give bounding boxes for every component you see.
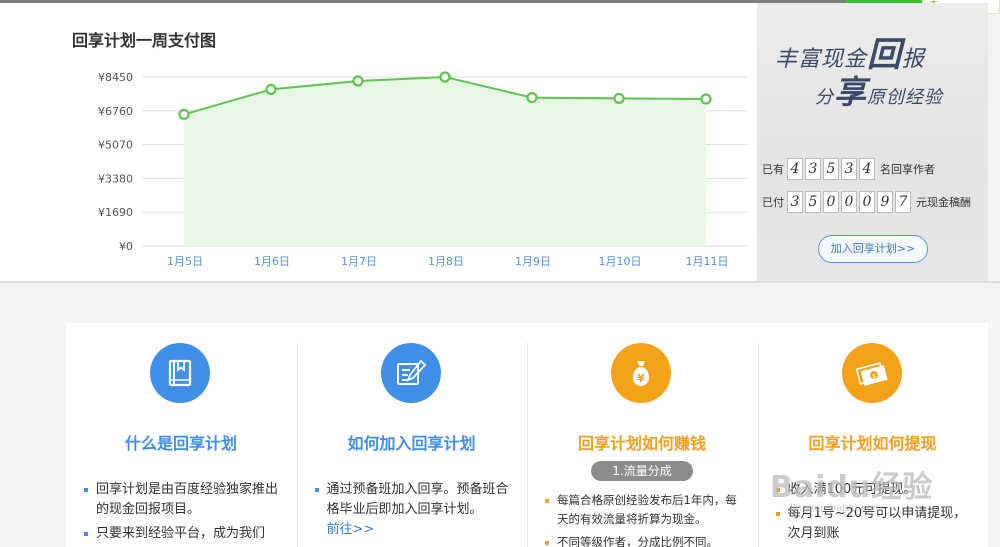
x-tick-label: 1月5日 bbox=[167, 255, 203, 268]
area-fill bbox=[184, 77, 706, 246]
slogan-text: 分 bbox=[815, 87, 834, 108]
watermark-main: Baidu经验 bbox=[770, 470, 934, 505]
bullet-item: 每篇合格原创经验发布后1年内，每天的有效流量将折算为现金。 bbox=[545, 491, 745, 529]
chart-panel: 回享计划一周支付图 ¥0 ¥1690 ¥3380 ¥5070 ¥6760 ¥8450 1月5… bbox=[0, 3, 757, 281]
feature-title[interactable]: 回享计划如何提现 bbox=[758, 430, 988, 454]
y-tick-label: ¥5070 bbox=[98, 139, 133, 152]
counter-digit: 5 bbox=[805, 191, 821, 213]
join-plan-button[interactable]: 加入回享计划>> bbox=[818, 235, 928, 263]
authors-prefix: 已有 bbox=[762, 163, 784, 176]
y-tick-label: ¥6760 bbox=[98, 105, 133, 118]
paid-counter: 已付 3500097 元现金稿酬 bbox=[762, 191, 971, 213]
slogan-emphasis: 享 bbox=[834, 73, 868, 111]
x-tick-label: 1月7日 bbox=[341, 255, 377, 268]
feature-bullets: 每篇合格原创经验发布后1年内，每天的有效流量将折算为现金。 不同等级作者，分成比… bbox=[545, 491, 745, 547]
counter-digit: 7 bbox=[895, 191, 911, 213]
y-tick-label: ¥3380 bbox=[98, 172, 133, 185]
data-point bbox=[613, 92, 625, 105]
counter-digit: 3 bbox=[787, 191, 803, 213]
payment-chart: ¥0 ¥1690 ¥3380 ¥5070 ¥6760 ¥8450 1月5日 1月6日 1月7日 1… bbox=[98, 71, 747, 268]
bullet-item: 通过预备班加入回享。预备班合格毕业后即加入回享计划。前往>> bbox=[314, 480, 515, 540]
counter-digit: 3 bbox=[805, 158, 821, 180]
authors-counter: 已有 43534 名回享作者 bbox=[762, 158, 935, 180]
go-link[interactable]: 前往>> bbox=[327, 520, 515, 540]
x-tick-label: 1月8日 bbox=[428, 255, 464, 268]
edit-note-icon bbox=[380, 343, 441, 403]
data-point bbox=[526, 91, 538, 104]
counter-digit: 4 bbox=[787, 158, 803, 180]
feature-title[interactable]: 什么是回享计划 bbox=[66, 430, 296, 454]
money-bag-icon: ¥ bbox=[611, 343, 671, 403]
bullet-item: 只要来到经验平台，成为我们 bbox=[84, 524, 284, 544]
bullet-item: 不同等级作者，分成比例不同。 bbox=[545, 533, 745, 547]
data-point bbox=[178, 108, 190, 121]
svg-text:$: $ bbox=[872, 373, 876, 380]
svg-text:¥: ¥ bbox=[637, 372, 645, 385]
feature-bullets: 通过预备班加入回享。预备班合格毕业后即加入回享计划。前往>> bbox=[314, 480, 515, 544]
feature-what-is: 什么是回享计划 回享计划是由百度经验独家推出的现金回报项目。 只要来到经验平台，… bbox=[66, 323, 297, 547]
counter-digit: 5 bbox=[823, 158, 839, 180]
data-point bbox=[439, 71, 451, 83]
x-tick-label: 1月6日 bbox=[254, 255, 290, 268]
baidu-watermark: Baidu经验 jingyan.baidu.com bbox=[770, 462, 933, 514]
feature-how-earn: ¥ 回享计划如何赚钱 1.流量分成 每篇合格原创经验发布后1年内，每天的有效流量… bbox=[527, 323, 758, 547]
section-divider bbox=[0, 281, 1000, 283]
promo-panel: 丰富现金回报 分享原创经验 已有 43534 名回享作者 已付 3500097 … bbox=[757, 3, 988, 281]
paid-suffix: 元现金稿酬 bbox=[916, 196, 971, 209]
y-tick-label: ¥0 bbox=[119, 240, 133, 253]
paid-prefix: 已付 bbox=[762, 196, 784, 209]
counter-digit: 0 bbox=[841, 191, 857, 213]
data-point bbox=[352, 75, 364, 87]
bullet-item: 回享计划是由百度经验独家推出的现金回报项目。 bbox=[84, 480, 284, 520]
data-point bbox=[700, 93, 712, 105]
y-tick-label: ¥8450 bbox=[98, 71, 133, 84]
feature-title[interactable]: 如何加入回享计划 bbox=[297, 430, 527, 454]
counter-digit: 9 bbox=[877, 191, 893, 213]
slogan-text: 原创经验 bbox=[867, 87, 944, 108]
y-tick-label: ¥1690 bbox=[98, 206, 133, 219]
counter-digit: 0 bbox=[859, 191, 875, 213]
bullet-text: 通过预备班加入回享。预备班合格毕业后即加入回享计划。 bbox=[326, 482, 509, 517]
counter-digit: 0 bbox=[823, 191, 839, 213]
authors-digits: 43534 bbox=[787, 158, 877, 180]
counter-digit: 4 bbox=[859, 158, 875, 180]
cash-icon: $ bbox=[841, 343, 902, 403]
promo-slogan-line2: 分享原创经验 bbox=[815, 67, 943, 113]
data-point bbox=[265, 83, 277, 96]
paid-digits: 3500097 bbox=[787, 191, 913, 213]
feature-title[interactable]: 回享计划如何赚钱 bbox=[527, 430, 757, 454]
x-tick-label: 1月9日 bbox=[515, 255, 551, 268]
book-icon bbox=[150, 343, 210, 403]
traffic-share-pill[interactable]: 1.流量分成 bbox=[591, 461, 693, 481]
x-tick-label: 1月11日 bbox=[686, 255, 729, 268]
counter-digit: 3 bbox=[841, 158, 857, 180]
x-tick-label: 1月10日 bbox=[599, 255, 642, 268]
authors-suffix: 名回享作者 bbox=[880, 163, 935, 176]
feature-bullets: 回享计划是由百度经验独家推出的现金回报项目。 只要来到经验平台，成为我们 bbox=[84, 480, 284, 547]
feature-how-join: 如何加入回享计划 通过预备班加入回享。预备班合格毕业后即加入回享计划。前往>> bbox=[296, 323, 528, 547]
